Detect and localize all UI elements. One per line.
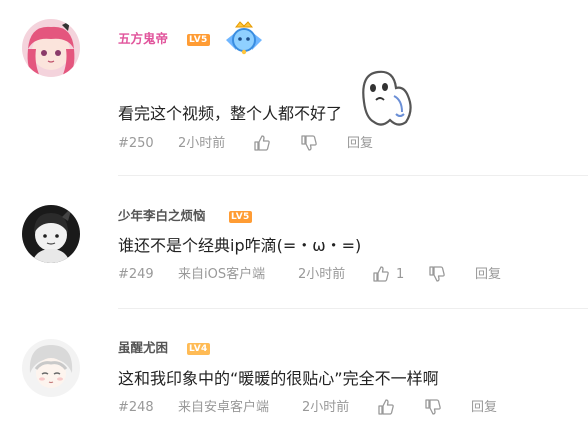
- level-badge: LV4: [187, 343, 210, 355]
- client-source: 来自安卓客户端: [178, 400, 270, 415]
- thumbs-down-icon[interactable]: [424, 398, 442, 416]
- timestamp: 2小时前: [302, 400, 350, 415]
- floor-number: #248: [118, 400, 154, 415]
- avatar[interactable]: [22, 339, 80, 397]
- comment-item: 虽醒尤困 LV4 这和我印象中的“暖暖的很贴心”完全不一样啊 #248 来自安卓…: [0, 0, 588, 436]
- comment-text: 这和我印象中的“暖暖的很贴心”完全不一样啊: [118, 369, 439, 388]
- username[interactable]: 虽醒尤困: [118, 340, 168, 356]
- reply-button[interactable]: 回复: [471, 399, 497, 417]
- thumbs-up-icon[interactable]: [377, 398, 395, 416]
